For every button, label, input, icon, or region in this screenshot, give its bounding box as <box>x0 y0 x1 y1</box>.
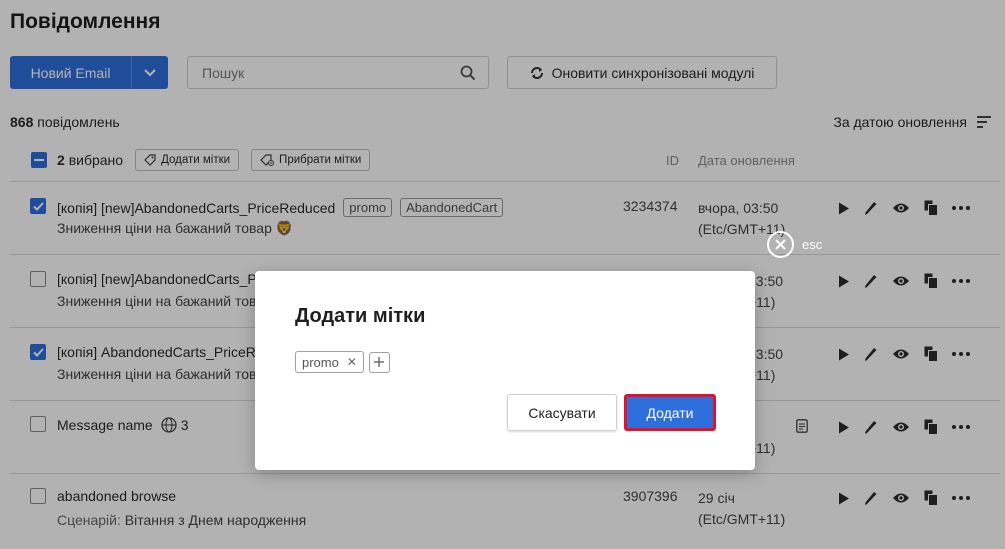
selected-tag: promo ✕ <box>295 351 364 373</box>
messages-page: Повідомлення Новий Email Оновити синхрон… <box>0 0 1005 549</box>
plus-icon <box>374 357 385 367</box>
add-tag-button[interactable] <box>368 351 390 373</box>
esc-label: esc <box>802 237 823 252</box>
tag-input[interactable]: promo ✕ <box>295 351 390 373</box>
remove-tag-icon[interactable]: ✕ <box>347 355 357 369</box>
close-dialog-button[interactable]: esc <box>767 231 822 258</box>
cancel-button[interactable]: Скасувати <box>507 394 617 431</box>
confirm-add-button[interactable]: Додати <box>624 394 716 431</box>
close-icon <box>767 231 794 258</box>
dialog-title: Додати мітки <box>295 305 426 327</box>
add-tags-dialog: Додати мітки promo ✕ Скасувати Додати <box>255 271 755 470</box>
selected-tag-label: promo <box>302 354 339 370</box>
